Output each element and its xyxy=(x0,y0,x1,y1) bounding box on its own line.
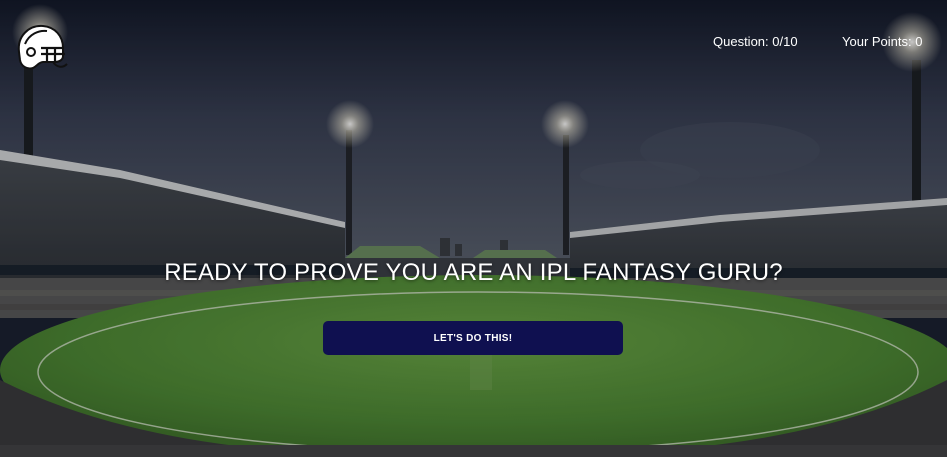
page: Question: 0/10 Your Points: 0 READY TO P… xyxy=(0,0,947,457)
question-counter: Question: 0/10 xyxy=(713,34,798,49)
page-title: READY TO PROVE YOU ARE AN IPL FANTASY GU… xyxy=(164,259,783,286)
start-quiz-button[interactable]: LET'S DO THIS! xyxy=(323,321,623,355)
football-helmet-icon xyxy=(13,22,69,74)
points-counter: Your Points: 0 xyxy=(842,34,923,49)
stadium-background xyxy=(0,0,947,457)
